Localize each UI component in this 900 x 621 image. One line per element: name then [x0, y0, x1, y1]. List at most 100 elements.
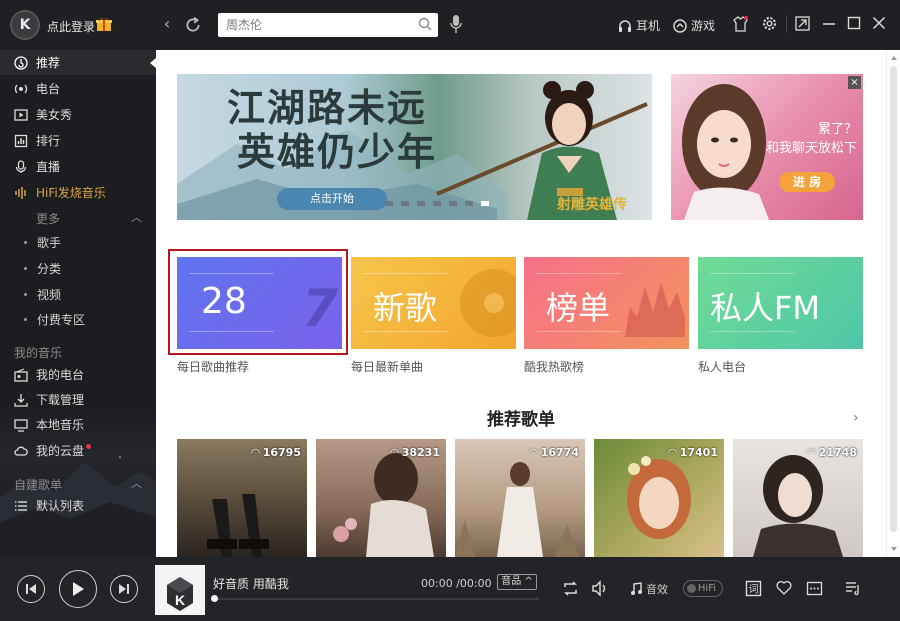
next-button[interactable]	[110, 575, 138, 603]
album-art[interactable]: K	[155, 565, 205, 615]
tile-divider	[710, 273, 795, 274]
chart-icon	[14, 134, 28, 147]
sidebar-sub-label: 歌手	[37, 236, 62, 250]
heart-icon[interactable]	[776, 580, 792, 595]
carousel-dot[interactable]	[481, 201, 489, 206]
play-button[interactable]	[59, 570, 97, 608]
playlist-cover[interactable]: ◠ 16795	[177, 439, 307, 557]
custom-list-heading: 自建歌单	[14, 478, 63, 492]
carousel-dot[interactable]	[401, 201, 409, 206]
gear-icon[interactable]	[762, 16, 777, 31]
play-count-value: 21748	[818, 446, 857, 459]
carousel-dot[interactable]	[433, 201, 441, 206]
search-icon[interactable]	[418, 17, 432, 31]
login-link[interactable]: 点此登录	[47, 18, 95, 35]
radio-icon	[14, 84, 28, 93]
playlist-cover[interactable]: ◠ 16774	[455, 439, 585, 557]
search-input[interactable]	[226, 16, 416, 34]
play-icon	[73, 582, 84, 596]
playlist-cover[interactable]: ◠ 38231	[316, 439, 446, 557]
collapse-icon[interactable]: ︿	[131, 475, 142, 491]
avatar[interactable]: K	[10, 10, 40, 40]
banner-carousel[interactable]: 江湖路未远 英雄仍少年 点击开始 射雕英雄传	[177, 74, 652, 220]
headphone-icon: ◠	[807, 446, 816, 459]
sound-effect-button[interactable]: 音效	[630, 581, 668, 597]
sidebar-item-downloads[interactable]: 下载管理	[0, 387, 156, 412]
bullet	[24, 293, 27, 296]
playlist-cover[interactable]: ◠ 21748	[733, 439, 863, 557]
sidebar-item-radio[interactable]: 电台	[0, 76, 156, 101]
svg-text:词: 词	[749, 584, 759, 596]
collapse-icon[interactable]: ︿	[131, 209, 142, 225]
sidebar-item-local-music[interactable]: 本地音乐	[0, 412, 156, 437]
tile-caption[interactable]: 私人电台	[698, 358, 746, 375]
enter-room-button[interactable]: 进 房	[779, 172, 835, 192]
kuwo-music-window: K 点此登录 ‹ 周杰伦 耳机 游戏 推荐 电台 美女秀 排行 直播 HiFi发…	[0, 0, 900, 621]
sidebar-item-rank[interactable]: 排行	[0, 128, 156, 153]
minimize-icon[interactable]	[822, 16, 836, 30]
close-icon[interactable]	[872, 16, 886, 30]
new-songs-tile[interactable]: 新歌	[351, 257, 516, 349]
sidebar-item-video[interactable]: 视频	[0, 282, 156, 307]
more-options-icon[interactable]	[806, 580, 823, 597]
carousel-dot[interactable]	[417, 201, 425, 206]
sidebar-item-recommend[interactable]: 推荐	[0, 50, 156, 75]
maximize-icon[interactable]	[847, 16, 861, 30]
scroll-down-arrow-icon[interactable]	[891, 547, 897, 551]
scroll-thumb[interactable]	[890, 66, 897, 532]
sidebar-item-live[interactable]: 直播	[0, 154, 156, 179]
gift-icon[interactable]	[96, 16, 112, 32]
headphone-icon: ◠	[251, 446, 260, 459]
private-fm-tile[interactable]: 私人FM	[698, 257, 863, 349]
sidebar-item-paid[interactable]: 付费专区	[0, 307, 156, 332]
sidebar-item-label: 我的电台	[36, 368, 85, 382]
carousel-dots	[385, 201, 489, 206]
volume-icon[interactable]	[591, 580, 609, 597]
more-toggle[interactable]: 更多	[36, 210, 60, 227]
ad-close-button[interactable]: ×	[848, 76, 861, 89]
quality-selector[interactable]: 音品 ^	[497, 574, 537, 590]
sidebar-item-default-list[interactable]: 默认列表	[0, 493, 156, 518]
progress-knob[interactable]	[211, 595, 218, 602]
song-title[interactable]: 好音质 用酷我	[213, 575, 289, 592]
svg-text:K: K	[175, 592, 185, 608]
sidebar-item-hifi[interactable]: HiFi发烧音乐	[0, 180, 156, 205]
vertical-scrollbar[interactable]	[886, 50, 900, 557]
tile-caption[interactable]: 酷我热歌榜	[524, 358, 584, 375]
ad-banner[interactable]: 累了？ 和我聊天放松下 进 房 ×	[671, 74, 863, 220]
ad-text: 累了？ 和我聊天放松下	[766, 120, 857, 158]
ad-portrait	[682, 84, 769, 220]
sidebar-item-beauty-show[interactable]: 美女秀	[0, 102, 156, 127]
mini-mode-icon[interactable]	[795, 16, 810, 31]
back-icon[interactable]: ‹	[158, 15, 176, 33]
previous-button[interactable]	[17, 575, 45, 603]
hifi-toggle[interactable]: HiFi	[683, 580, 723, 597]
lyrics-icon[interactable]: 词	[745, 580, 762, 597]
scroll-up-arrow-icon[interactable]	[891, 56, 897, 60]
playlist-cover[interactable]: ◠ 17401	[594, 439, 724, 557]
list-icon	[15, 500, 27, 511]
refresh-icon[interactable]	[184, 16, 202, 34]
sidebar-item-cloud[interactable]: 我的云盘	[0, 438, 156, 463]
voice-search-icon[interactable]	[450, 14, 462, 36]
progress-bar[interactable]	[211, 595, 539, 602]
ad-text-line: 累了？	[817, 122, 857, 137]
skin-icon[interactable]	[733, 16, 748, 32]
carousel-dot[interactable]	[385, 201, 393, 206]
loop-mode-icon[interactable]	[562, 580, 579, 597]
carousel-dot[interactable]	[449, 201, 457, 206]
sidebar-item-category[interactable]: 分类	[0, 256, 156, 281]
playlist-icon[interactable]	[845, 580, 861, 596]
tile-label: 新歌	[373, 289, 438, 327]
game-link[interactable]: 游戏	[673, 17, 715, 34]
charts-tile[interactable]: 榜单	[524, 257, 689, 349]
earphone-link[interactable]: 耳机	[618, 17, 660, 34]
tile-caption[interactable]: 每日歌曲推荐	[177, 358, 249, 375]
carousel-dot[interactable]	[465, 201, 473, 206]
sidebar-item-my-radio[interactable]: 我的电台	[0, 362, 156, 387]
more-arrow-icon[interactable]: ›	[853, 410, 859, 426]
sidebar-item-singer[interactable]: 歌手	[0, 230, 156, 255]
banner-start-button[interactable]: 点击开始	[277, 188, 387, 210]
tile-caption[interactable]: 每日最新单曲	[351, 358, 423, 375]
mic-icon	[15, 159, 27, 173]
